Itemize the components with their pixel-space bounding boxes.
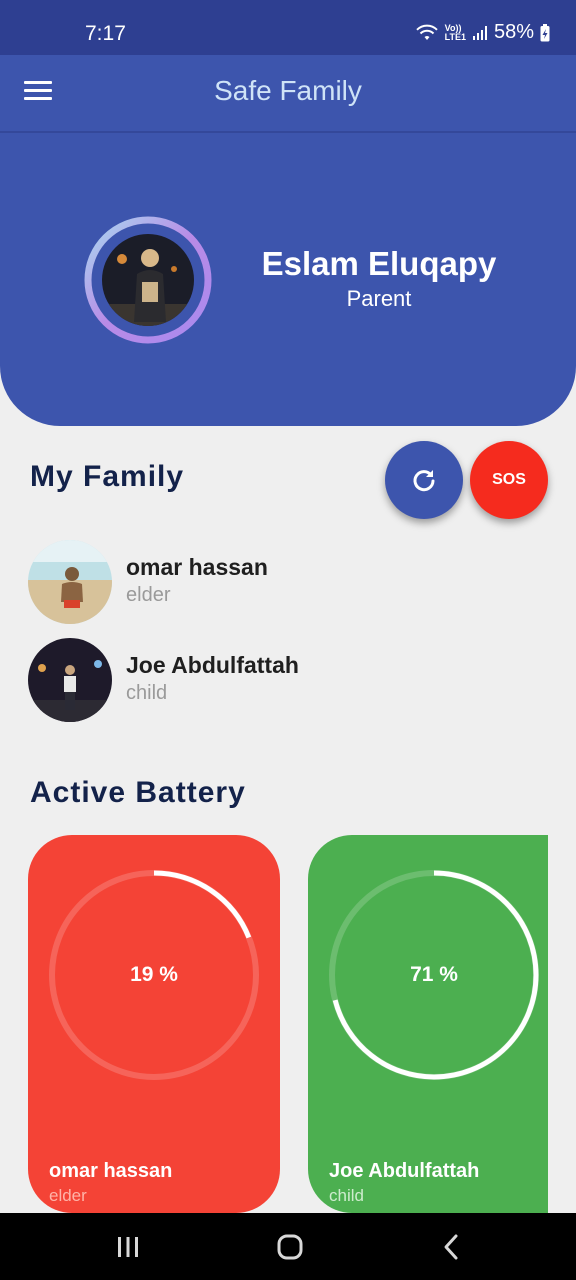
battery-card-omar[interactable]: 19 % omar hassan elder [28, 835, 280, 1213]
battery-percent-label: 71 % [410, 963, 458, 986]
status-bar: 7:17 Vo)) LTE1 58% [0, 0, 576, 55]
member-role: elder [126, 584, 171, 606]
sos-label: SOS [492, 471, 526, 488]
profile-avatar[interactable] [84, 216, 212, 344]
signal-icon [472, 25, 487, 40]
avatar [102, 234, 194, 326]
sos-button[interactable]: SOS [470, 441, 548, 519]
profile-header: Eslam Eluqapy Parent [0, 133, 576, 426]
battery-member-name: Joe Abdulfattah [329, 1160, 480, 1182]
battery-percent-label: 19 % [130, 963, 178, 986]
family-member-omar[interactable]: omar hassan elder [28, 540, 528, 626]
status-time: 7:17 [85, 22, 126, 45]
profile-photo-icon [102, 234, 194, 326]
member-photo-icon [28, 540, 112, 624]
my-family-title: My Family [30, 460, 185, 493]
battery-card-joe[interactable]: 71 % Joe Abdulfattah child [308, 835, 548, 1213]
home-icon[interactable] [276, 1231, 304, 1263]
back-icon[interactable] [440, 1231, 462, 1263]
status-icons: Vo)) LTE1 58% [415, 21, 550, 44]
network-type: Vo)) LTE1 [444, 22, 466, 42]
app-title: Safe Family [214, 75, 362, 106]
profile-name: Eslam Eluqapy [261, 245, 497, 282]
battery-member-role: child [329, 1186, 364, 1205]
battery-charging-icon [540, 23, 550, 41]
avatar [28, 638, 112, 722]
refresh-button[interactable] [385, 441, 463, 519]
navigation-bar [0, 1213, 576, 1280]
member-role: child [126, 682, 168, 704]
profile-role: Parent [346, 286, 412, 311]
member-name: omar hassan [126, 554, 268, 580]
refresh-icon [413, 470, 435, 492]
member-photo-icon [28, 638, 112, 722]
battery-percent: 58% [493, 21, 534, 43]
family-member-joe[interactable]: Joe Abdulfattah child [28, 638, 528, 724]
avatar [28, 540, 112, 624]
app-bar: Safe Family [0, 55, 576, 133]
active-battery-title: Active Battery [30, 776, 246, 809]
recent-apps-icon[interactable] [116, 1231, 140, 1263]
wifi-icon [415, 24, 438, 40]
battery-member-role: elder [49, 1186, 87, 1205]
member-name: Joe Abdulfattah [126, 652, 299, 678]
battery-member-name: omar hassan [49, 1160, 173, 1182]
